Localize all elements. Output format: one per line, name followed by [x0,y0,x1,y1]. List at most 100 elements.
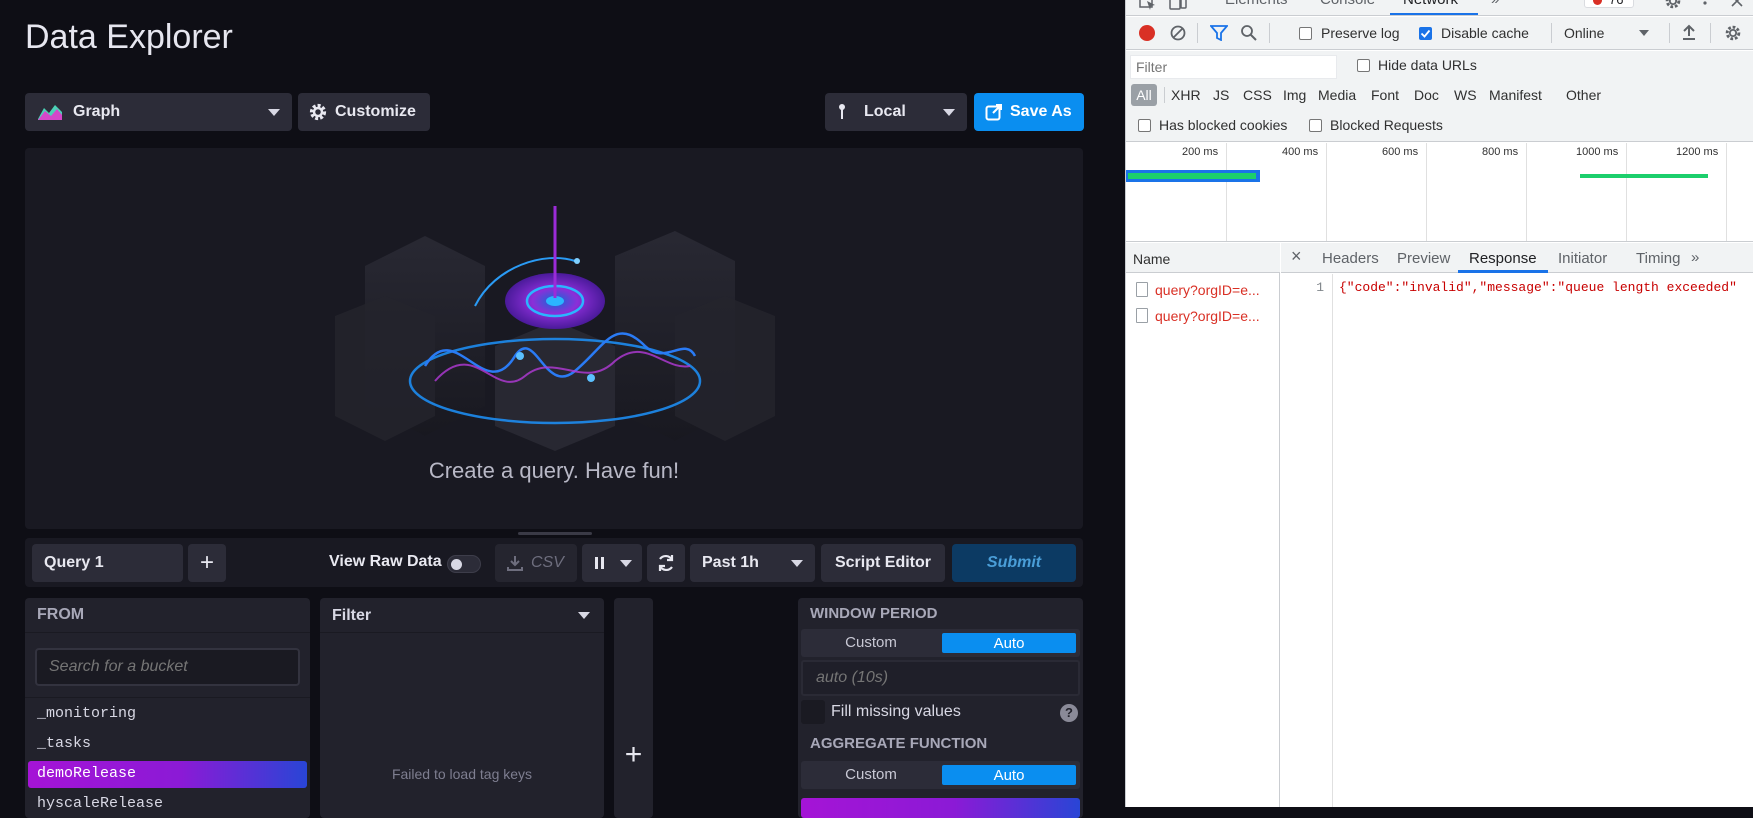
network-filter-input[interactable] [1130,55,1337,79]
save-as-button[interactable]: Save As [974,93,1084,131]
timeline-gridline [1426,143,1427,241]
toolbar-divider [1164,87,1165,103]
type-filter-font[interactable]: Font [1371,87,1399,103]
record-icon[interactable] [1139,25,1155,41]
pause-dropdown[interactable] [582,544,642,582]
fill-missing-checkbox[interactable] [801,700,825,724]
check-icon [1420,29,1431,38]
has-blocked-cookies-checkbox[interactable] [1138,119,1151,132]
error-count-badge[interactable]: 76 [1584,0,1634,8]
timeline-gridline [1626,143,1627,241]
graph-type-dropdown[interactable]: Graph [25,93,292,131]
window-custom-option[interactable]: Custom [801,634,941,651]
type-filter-img[interactable]: Img [1283,87,1306,103]
close-icon[interactable]: × [1291,246,1302,267]
timeline-tick-label: 200 ms [1182,146,1219,158]
customize-button[interactable]: Customize [298,93,430,131]
refresh-icon [658,554,674,572]
window-mode-toggle: Custom Auto [801,629,1080,657]
csv-label: CSV [531,554,564,571]
aggregate-selected-function[interactable] [801,798,1080,818]
graph-area: Create a query. Have fun! [25,148,1083,529]
chevron-down-icon [620,560,632,567]
type-filter-js[interactable]: JS [1213,87,1229,103]
close-devtools-icon[interactable] [1730,0,1744,8]
import-har-icon[interactable] [1681,24,1697,41]
name-column-header[interactable]: Name [1126,243,1280,273]
add-query-button[interactable]: + [188,544,226,582]
aggregate-custom-option[interactable]: Custom [801,766,941,783]
search-icon[interactable] [1240,24,1257,41]
bucket-item[interactable]: hyscaleRelease [37,795,163,812]
disable-cache-checkbox[interactable] [1419,27,1432,40]
view-raw-data-toggle[interactable] [447,555,481,573]
inspect-icon[interactable] [1139,0,1157,10]
blocked-requests-label: Blocked Requests [1330,117,1443,133]
bucket-item[interactable]: _monitoring [37,705,136,722]
network-toolbar: Preserve log Disable cache Online [1126,17,1753,50]
tab-response[interactable]: Response [1469,250,1537,267]
timezone-dropdown[interactable]: Local [825,93,967,131]
csv-button[interactable]: CSV [495,544,577,582]
throttle-dropdown[interactable]: Online [1559,21,1659,45]
pin-icon [839,104,845,119]
bucket-search-input[interactable] [35,648,300,686]
blocked-requests-checkbox[interactable] [1309,119,1322,132]
device-toggle-icon[interactable] [1169,0,1187,10]
refresh-button[interactable] [647,544,685,582]
graph-type-label: Graph [73,103,121,120]
request-list: Name query?orgID=e... query?orgID=e... [1126,243,1280,807]
window-period-input[interactable] [801,660,1080,696]
type-filter-other[interactable]: Other [1566,87,1601,103]
help-icon[interactable]: ? [1060,704,1078,722]
type-filter-css[interactable]: CSS [1243,87,1272,103]
type-filter-xhr[interactable]: XHR [1171,87,1201,103]
query-tab[interactable]: Query 1 [32,544,183,582]
submit-button[interactable]: Submit [952,544,1076,582]
plus-icon: + [199,549,214,576]
request-row[interactable]: query?orgID=e... [1126,305,1280,327]
hide-data-urls-checkbox[interactable] [1357,59,1370,72]
more-tabs-icon[interactable]: » [1491,0,1499,8]
type-filter-ws[interactable]: WS [1454,87,1477,103]
window-auto-option[interactable]: Auto [942,633,1076,653]
tab-network[interactable]: Network [1403,0,1458,8]
tab-console[interactable]: Console [1320,0,1375,8]
empty-state-illustration [335,206,775,451]
tab-timing[interactable]: Timing [1636,250,1680,267]
settings-icon[interactable] [1664,0,1682,10]
clear-icon[interactable] [1170,25,1186,41]
resize-handle[interactable] [518,532,592,535]
error-count: 76 [1609,0,1623,7]
response-body[interactable]: {"code":"invalid","message":"queue lengt… [1339,280,1737,295]
timeline-tick-label: 600 ms [1382,146,1419,158]
timeline-request-bar [1580,174,1708,178]
network-settings-icon[interactable] [1724,24,1742,42]
tab-elements[interactable]: Elements [1225,0,1288,8]
kebab-menu-icon[interactable] [1702,0,1708,10]
from-panel: FROM _monitoring _tasks demoRelease hysc… [25,598,310,818]
type-filter-media[interactable]: Media [1318,87,1356,103]
aggregate-auto-option[interactable]: Auto [942,765,1076,785]
script-editor-button[interactable]: Script Editor [821,544,945,582]
filter-dropdown[interactable]: Filter [320,598,604,632]
tab-initiator[interactable]: Initiator [1558,250,1607,267]
time-range-dropdown[interactable]: Past 1h [690,544,815,582]
more-tabs-icon[interactable]: » [1691,249,1699,266]
tab-headers[interactable]: Headers [1322,250,1379,267]
filter-icon[interactable] [1210,25,1228,41]
bucket-item[interactable]: _tasks [37,735,91,752]
script-editor-label: Script Editor [834,554,931,571]
timeline-tick-label: 1200 ms [1676,146,1719,158]
tab-preview[interactable]: Preview [1397,250,1450,267]
type-filter-all[interactable]: All [1131,84,1157,106]
toggle-knob [451,559,462,570]
type-filter-doc[interactable]: Doc [1414,87,1439,103]
add-filter-button[interactable]: + [614,598,653,818]
toolbar-divider [1710,23,1711,43]
bucket-item-selected[interactable]: demoRelease [28,761,307,788]
request-detail: × Headers Preview Response Initiator Tim… [1281,243,1753,807]
type-filter-manifest[interactable]: Manifest [1489,87,1542,103]
preserve-log-checkbox[interactable] [1299,27,1312,40]
request-row[interactable]: query?orgID=e... [1126,279,1280,301]
